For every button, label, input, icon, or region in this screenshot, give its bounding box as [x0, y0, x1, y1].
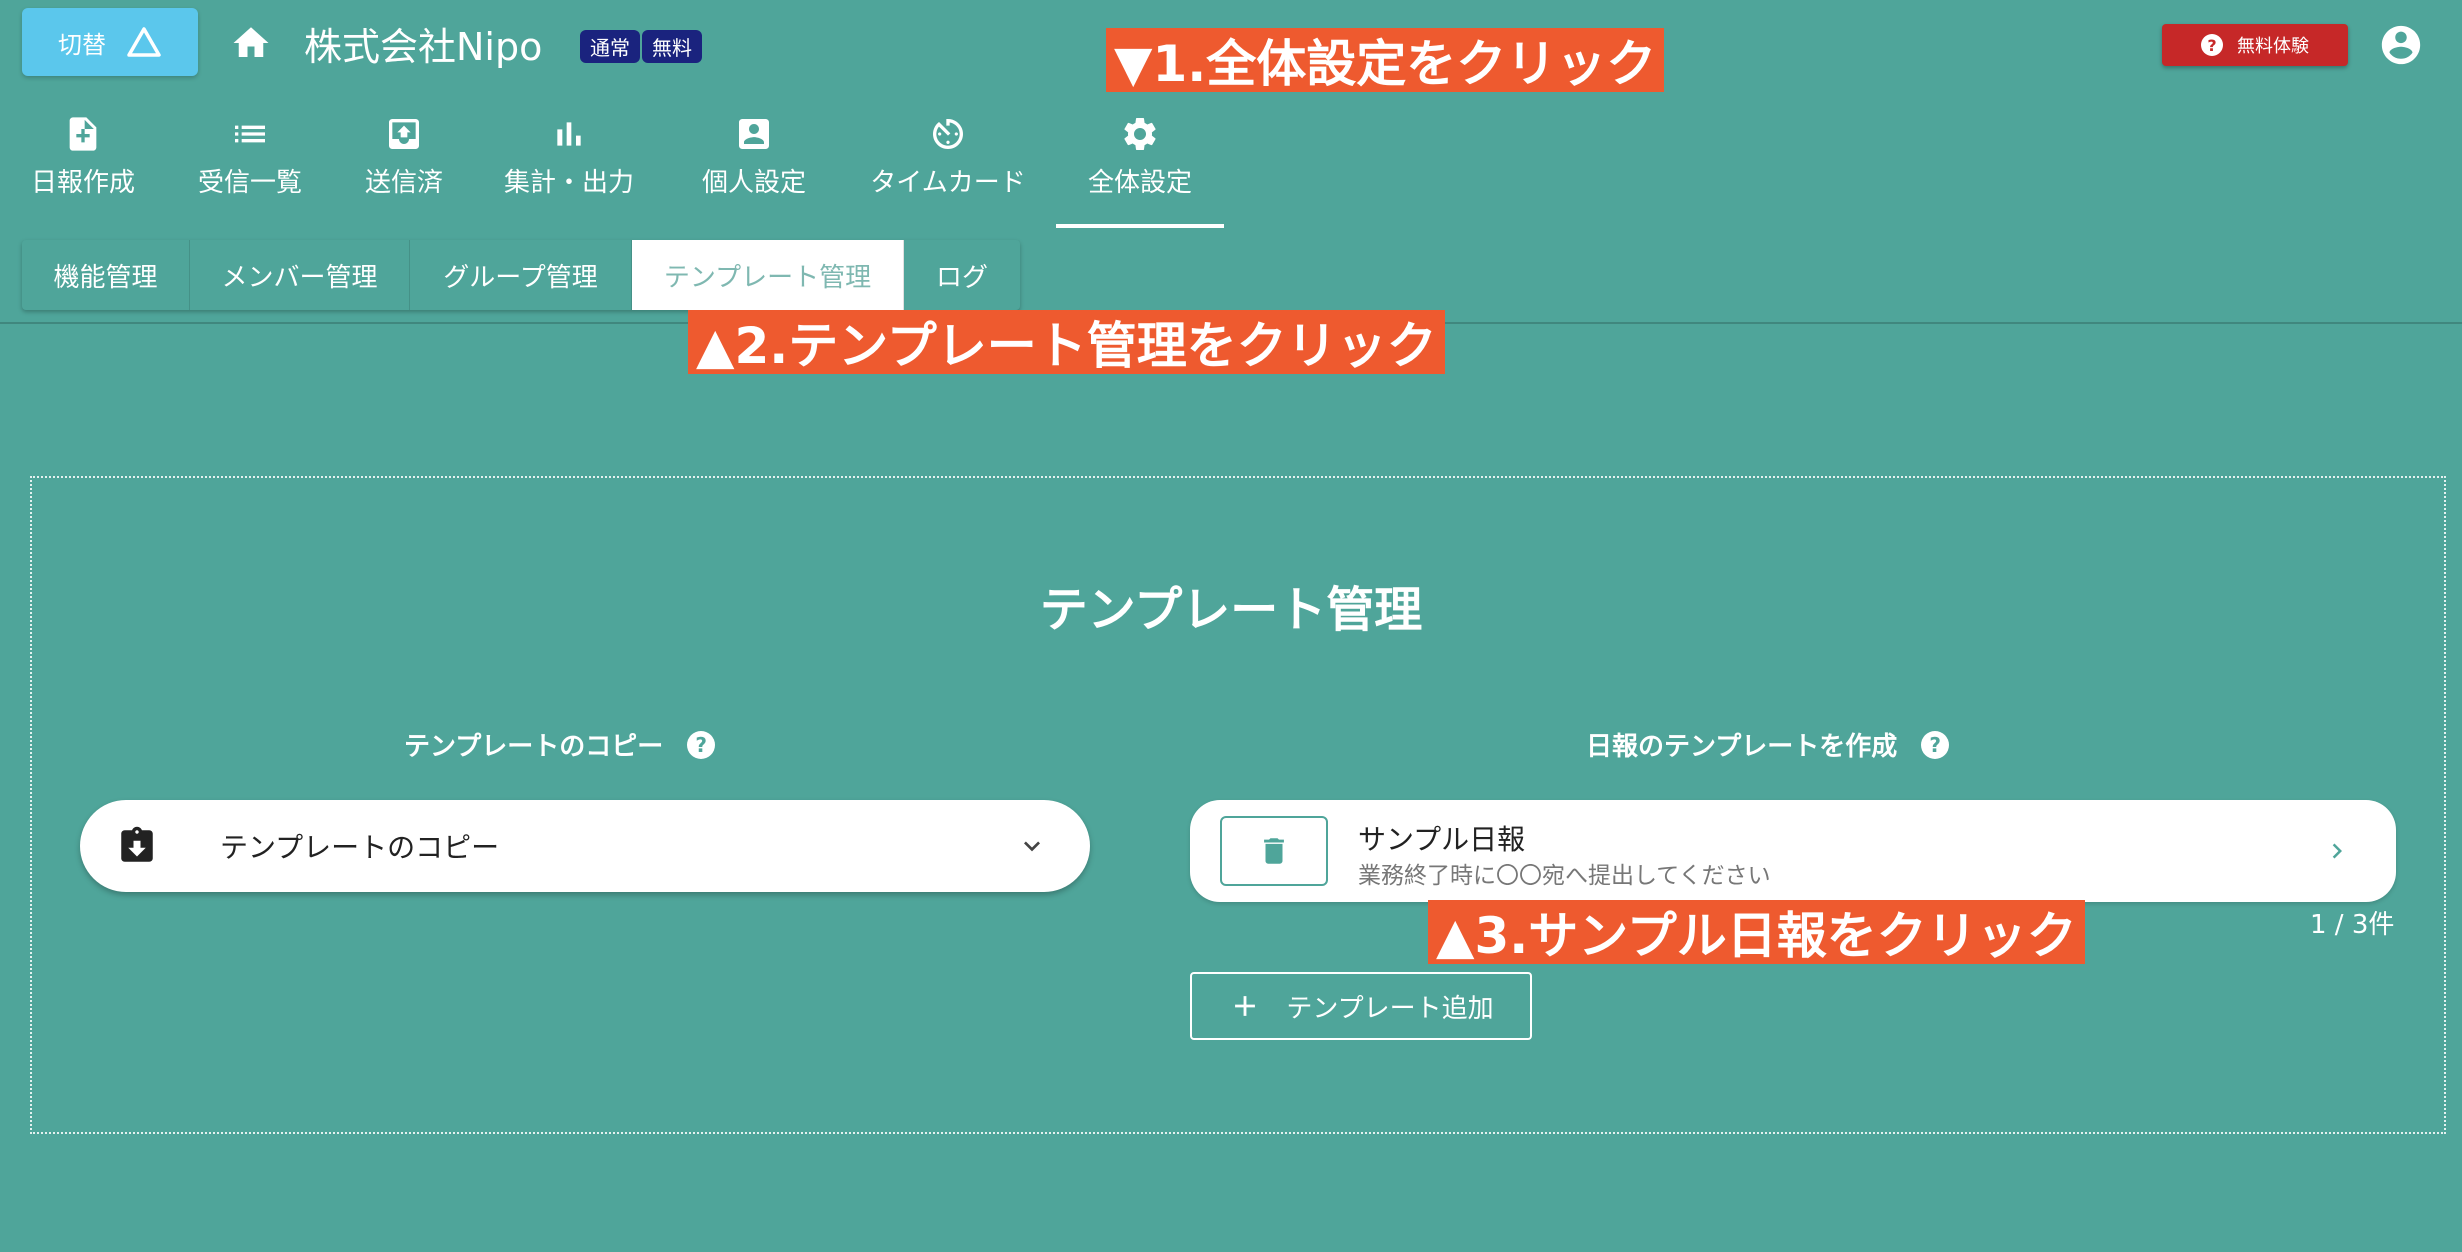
- nav-item-sent[interactable]: 送信済: [334, 108, 474, 228]
- subtab-template-management[interactable]: テンプレート管理: [632, 240, 904, 310]
- nav-label: 送信済: [364, 168, 443, 198]
- settings-subtabs: 機能管理 メンバー管理 グループ管理 テンプレート管理 ログ: [22, 240, 1020, 310]
- plus-icon: [1235, 996, 1256, 1016]
- file-plus-icon: [69, 117, 97, 151]
- template-copy-value: テンプレートのコピー: [220, 831, 500, 864]
- plan-badge-normal: 通常: [580, 30, 640, 63]
- subtab-log[interactable]: ログ: [904, 240, 1020, 310]
- list-icon: [235, 125, 265, 143]
- nav-item-daily-report[interactable]: 日報作成: [0, 108, 166, 228]
- template-count: 1 / 3件: [2310, 910, 2395, 940]
- bar-chart-icon: [557, 122, 581, 146]
- chevron-down-icon: [1024, 841, 1040, 852]
- clipboard-download-icon: [121, 826, 153, 862]
- nav-label: タイムカード: [870, 168, 1026, 198]
- template-item-sample-report[interactable]: サンプル日報 業務終了時に〇〇宛へ提出してください: [1190, 800, 2396, 902]
- trash-icon: [1264, 838, 1284, 864]
- subtab-function-management[interactable]: 機能管理: [22, 240, 190, 310]
- timer-icon: [933, 119, 963, 149]
- nav-item-aggregate[interactable]: 集計・出力: [474, 108, 664, 228]
- nav-item-personal-settings[interactable]: 個人設定: [664, 108, 844, 228]
- gear-icon: [1124, 117, 1156, 150]
- switch-button[interactable]: 切替: [22, 8, 198, 76]
- subtab-member-management[interactable]: メンバー管理: [190, 240, 410, 310]
- template-description: 業務終了時に〇〇宛へ提出してください: [1358, 863, 1771, 889]
- company-name: 株式会社Nipo: [304, 25, 543, 69]
- help-icon[interactable]: ?: [687, 730, 716, 759]
- plan-badge-free: 無料: [642, 30, 702, 63]
- nav-label: 個人設定: [701, 168, 806, 198]
- free-trial-label: 無料体験: [2237, 36, 2309, 57]
- outbox-icon: [389, 119, 419, 149]
- annotation-step2: ▲2.テンプレート管理をクリック: [688, 310, 1445, 375]
- nav-item-timecard[interactable]: タイムカード: [844, 108, 1052, 228]
- chevron-right-icon: [2332, 843, 2342, 859]
- nav-label: 集計・出力: [503, 168, 634, 198]
- help-icon[interactable]: ?: [1921, 730, 1950, 759]
- switch-label: 切替: [58, 30, 106, 59]
- subtab-group-management[interactable]: グループ管理: [410, 240, 632, 310]
- add-template-label: テンプレート追加: [1286, 993, 1494, 1024]
- create-section-label: 日報のテンプレートを作成 ?: [1586, 726, 1950, 763]
- nav-item-global-settings[interactable]: 全体設定: [1056, 108, 1224, 228]
- nav-item-inbox[interactable]: 受信一覧: [166, 108, 334, 228]
- nav-label: 日報作成: [30, 168, 135, 198]
- triangle-icon: [127, 27, 161, 57]
- template-copy-select[interactable]: テンプレートのコピー: [80, 800, 1090, 892]
- question-icon: ?: [2201, 34, 2223, 56]
- template-name: サンプル日報: [1358, 823, 1526, 856]
- nav-label: 全体設定: [1087, 168, 1192, 198]
- plan-badges: 通常 無料: [580, 30, 702, 63]
- copy-section-title: テンプレートのコピー: [404, 732, 664, 762]
- nav-label: 受信一覧: [197, 168, 302, 198]
- create-section-title: 日報のテンプレートを作成: [1586, 732, 1898, 762]
- page-title: テンプレート管理: [1039, 582, 1423, 638]
- delete-template-button[interactable]: [1220, 816, 1328, 886]
- annotation-step3: ▲3.サンプル日報をクリック: [1428, 900, 2085, 965]
- home-icon[interactable]: [230, 22, 272, 64]
- annotation-step1: ▼1.全体設定をクリック: [1106, 28, 1665, 93]
- add-template-button[interactable]: テンプレート追加: [1190, 972, 1532, 1040]
- account-circle-icon[interactable]: [2378, 22, 2424, 68]
- account-box-icon: [739, 119, 769, 149]
- copy-section-label: テンプレートのコピー ?: [404, 726, 716, 763]
- main-nav: 日報作成 受信一覧 送信済 集計・出力 個人設定 タイムカード 全体設定: [0, 108, 1224, 228]
- free-trial-button[interactable]: ? 無料体験: [2162, 24, 2348, 66]
